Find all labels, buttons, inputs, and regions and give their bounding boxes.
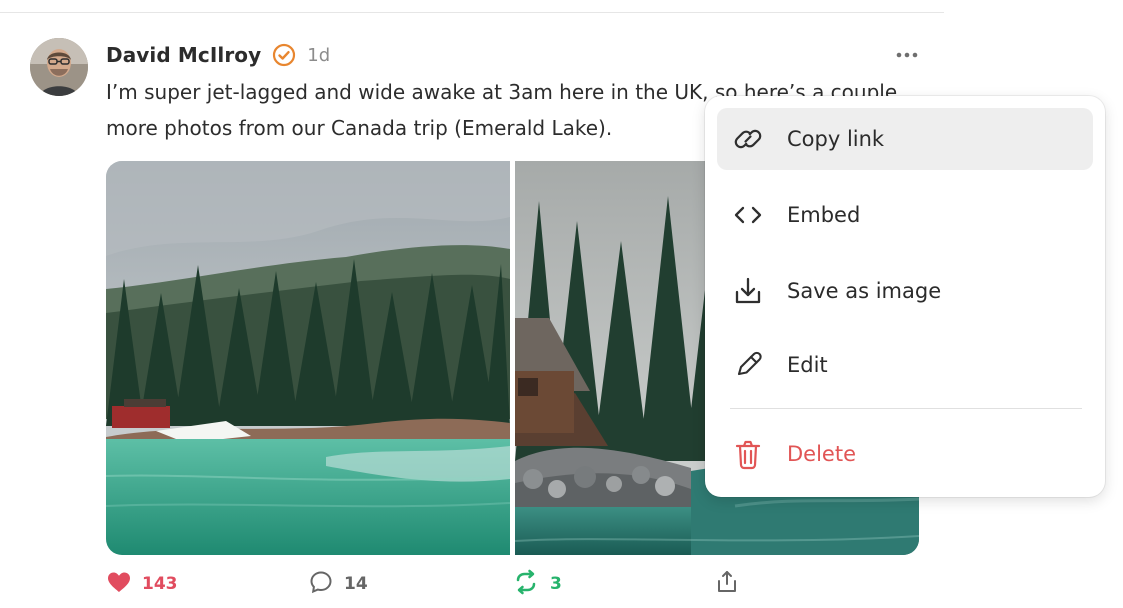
photo-emerald-lake-1[interactable]: [106, 161, 510, 555]
trash-icon: [731, 437, 765, 471]
code-icon: [731, 198, 765, 232]
avatar[interactable]: [30, 38, 88, 96]
menu-item-delete[interactable]: Delete: [717, 423, 1093, 485]
pencil-icon: [731, 348, 765, 382]
comment-count: 14: [344, 574, 368, 594]
post-header: David McIlroy 1d: [106, 40, 330, 70]
author-name[interactable]: David McIlroy: [106, 43, 261, 67]
share-icon: [714, 569, 740, 599]
verified-badge-icon: [271, 42, 297, 68]
menu-item-embed[interactable]: Embed: [717, 184, 1093, 246]
menu-item-label: Copy link: [787, 127, 885, 151]
like-count: 143: [142, 574, 178, 594]
menu-item-edit[interactable]: Edit: [717, 334, 1093, 396]
more-options-button[interactable]: [892, 42, 922, 66]
menu-item-label: Embed: [787, 203, 861, 227]
menu-item-save-as-image[interactable]: Save as image: [717, 260, 1093, 322]
post-options-menu: Copy link Embed Save as image Edit Delet…: [705, 96, 1105, 497]
link-icon: [731, 122, 765, 156]
menu-item-label: Delete: [787, 442, 856, 466]
repost-button[interactable]: 3: [512, 567, 562, 601]
repost-icon: [512, 569, 540, 599]
like-button[interactable]: 143: [106, 567, 178, 601]
heart-icon: [106, 570, 132, 598]
more-options-icon: [892, 45, 922, 64]
comment-button[interactable]: 14: [308, 567, 368, 601]
menu-divider: [730, 408, 1082, 409]
post-timestamp: 1d: [307, 44, 331, 66]
share-button[interactable]: [714, 567, 740, 601]
menu-item-label: Edit: [787, 353, 828, 377]
comment-icon: [308, 569, 334, 599]
post-actions: 143 14 3: [106, 567, 746, 601]
menu-item-copy-link[interactable]: Copy link: [717, 108, 1093, 170]
post-card: David McIlroy 1d I’m super jet-lagged an…: [0, 0, 1123, 608]
repost-count: 3: [550, 574, 562, 594]
menu-item-label: Save as image: [787, 279, 942, 303]
download-icon: [731, 274, 765, 308]
